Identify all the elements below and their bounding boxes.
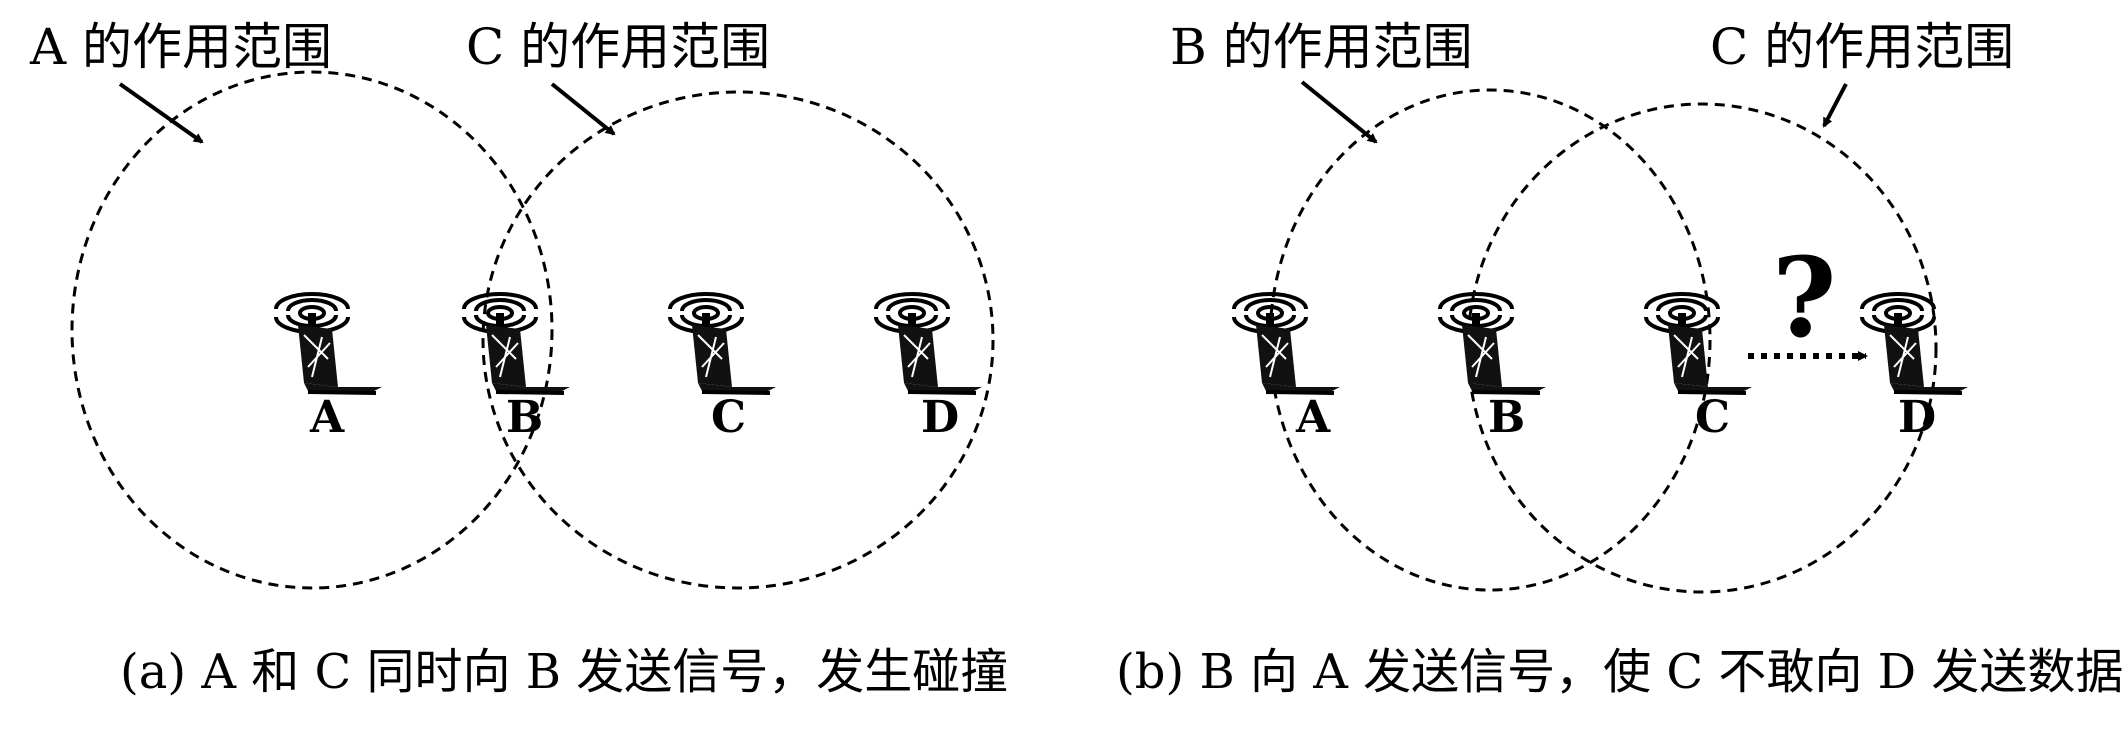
node-label-d: D (921, 392, 959, 443)
panel-b: B 的作用范围 C 的作用范围 A B C D ? (b) B 向 A 发送信号… (1116, 18, 2123, 700)
node-label-c: C (711, 392, 746, 443)
laptop-icon (1860, 292, 1970, 395)
node-label-a: A (309, 392, 345, 443)
laptop-icon (1232, 292, 1342, 395)
range-label-c: C 的作用范围 (466, 18, 770, 76)
node-label-b: B (1488, 392, 1525, 443)
pointer-arrow-c (550, 82, 616, 136)
range-label-b: B 的作用范围 (1170, 18, 1473, 76)
range-label-a: A 的作用范围 (29, 18, 332, 76)
caption-a: (a) A 和 C 同时向 B 发送信号，发生碰撞 (120, 644, 1008, 700)
diagram-canvas: A 的作用范围 C 的作用范围 A B C D (a) A 和 C 同时向 B … (29, 18, 2123, 700)
pointer-arrow-b (1300, 80, 1378, 144)
laptop-icon (1644, 292, 1754, 395)
pointer-arrow-a (118, 82, 204, 144)
node-label-d: D (1898, 392, 1936, 443)
range-label-c: C 的作用范围 (1710, 18, 2014, 76)
laptop-icon (462, 292, 572, 395)
node-label-c: C (1695, 392, 1730, 443)
node-label-a: A (1295, 392, 1331, 443)
caption-b: (b) B 向 A 发送信号，使 C 不敢向 D 发送数据 (1116, 644, 2123, 700)
pointer-arrow-c (1822, 83, 1848, 128)
laptop-icon (1438, 292, 1548, 395)
panel-a: A 的作用范围 C 的作用范围 A B C D (a) A 和 C 同时向 B … (29, 18, 1008, 700)
laptop-icon (274, 292, 384, 395)
question-mark: ? (1772, 233, 1836, 362)
node-label-b: B (506, 392, 543, 443)
laptop-icon (874, 292, 984, 395)
laptop-icon (668, 292, 778, 395)
